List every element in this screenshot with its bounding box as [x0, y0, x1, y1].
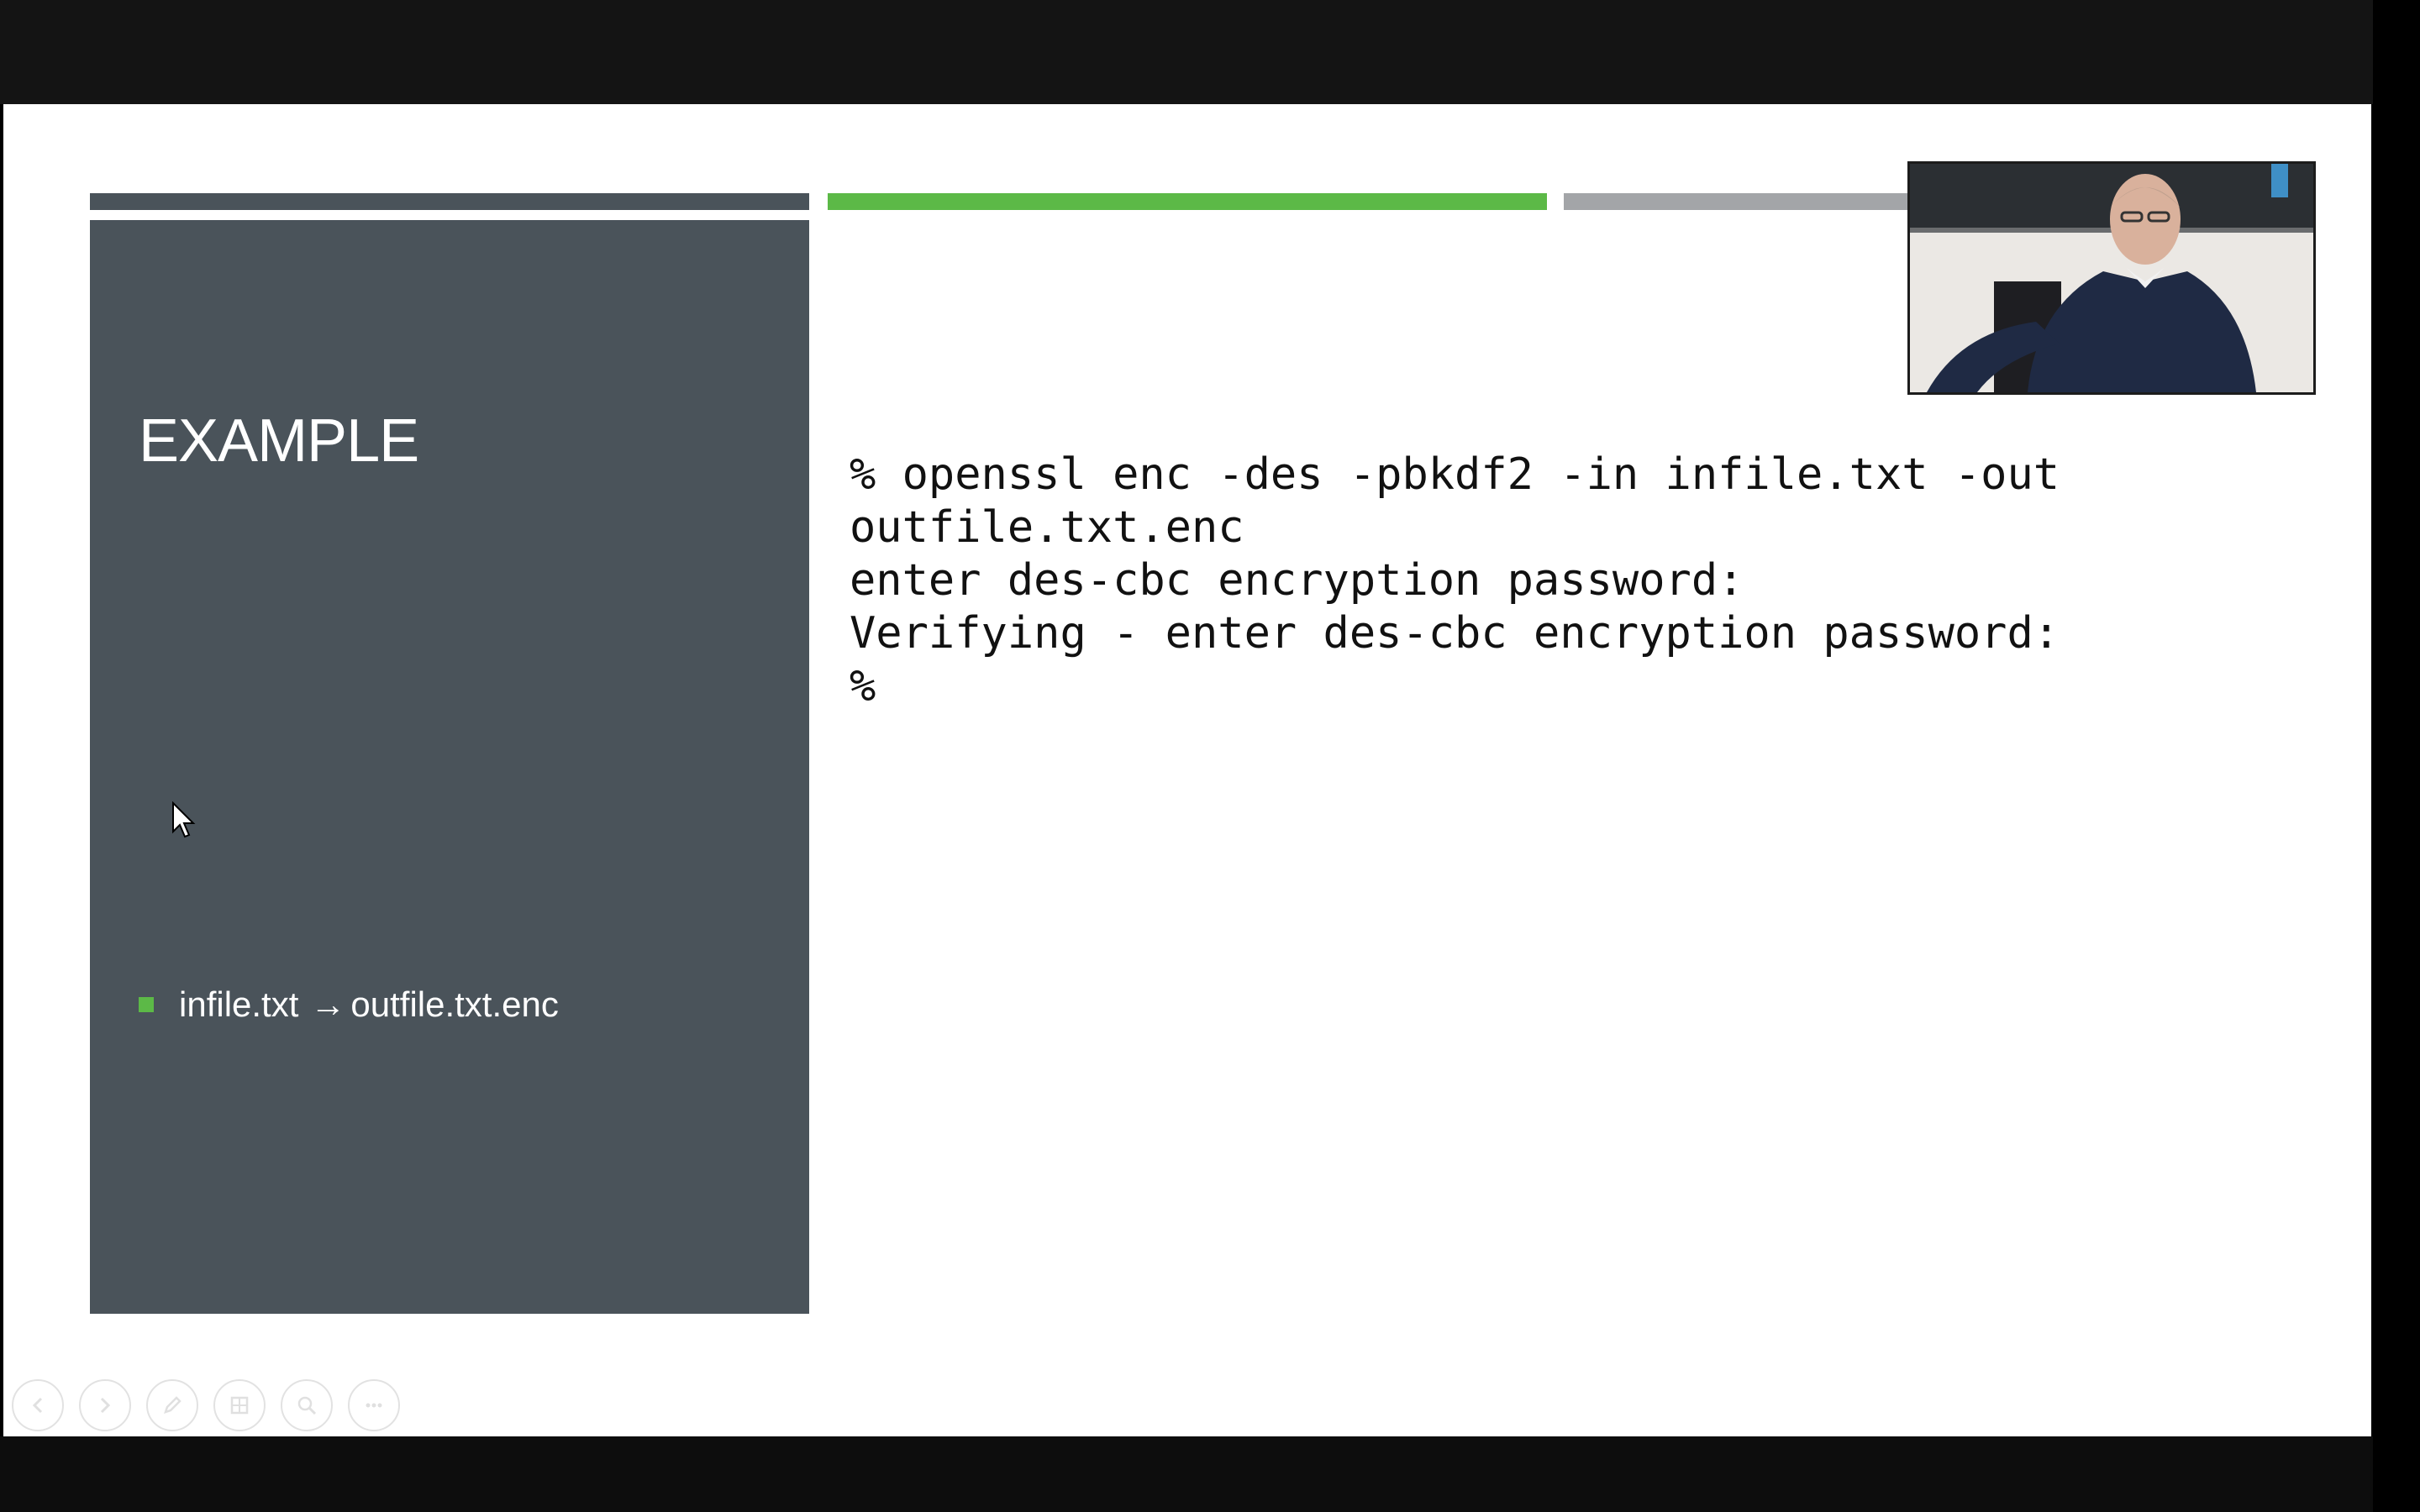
header-stripe-green: [828, 193, 1547, 210]
mouse-pointer-icon: [172, 801, 196, 838]
slide-title: EXAMPLE: [139, 407, 419, 475]
title-panel: EXAMPLE infile.txt → outfile.txt.enc: [90, 220, 809, 1314]
header-stripe-dark: [90, 193, 809, 210]
right-edge: [2373, 0, 2420, 1512]
bullet-marker-icon: [139, 997, 154, 1012]
see-all-slides-button[interactable]: [213, 1379, 266, 1431]
pen-tool-button[interactable]: [146, 1379, 198, 1431]
ellipsis-icon: [366, 1403, 382, 1408]
code-line: %: [850, 661, 876, 711]
pen-icon: [164, 1396, 182, 1414]
previous-slide-button[interactable]: [12, 1379, 64, 1431]
bullet-input-file: infile.txt: [179, 984, 299, 1024]
more-options-button[interactable]: [348, 1379, 400, 1431]
presenter-webcam-video: [1907, 161, 2316, 395]
screen: EXAMPLE infile.txt → outfile.txt.enc % o…: [0, 0, 2420, 1512]
slides-grid-icon: [230, 1396, 249, 1415]
magnifier-icon: [297, 1396, 317, 1415]
code-line: % openssl enc -des -pbkdf2 -in infile.tx…: [850, 449, 2060, 500]
code-line: enter des-cbc encryption password:: [850, 555, 1744, 606]
top-bar: [0, 0, 2373, 104]
presentation-slide: EXAMPLE infile.txt → outfile.txt.enc % o…: [3, 104, 2371, 1436]
bullet-output-file: outfile.txt.enc: [350, 984, 559, 1024]
bullet-item: infile.txt → outfile.txt.enc: [139, 984, 559, 1025]
slideshow-toolbar: [12, 1379, 400, 1431]
code-line: outfile.txt.enc: [850, 502, 1244, 553]
bottom-bar: [0, 1436, 2373, 1512]
arrow-left-icon: [32, 1397, 43, 1414]
code-line: Verifying - enter des-cbc encryption pas…: [850, 608, 2060, 659]
right-arrow-icon: →: [310, 984, 346, 1024]
arrow-right-icon: [100, 1397, 111, 1414]
zoom-button[interactable]: [281, 1379, 333, 1431]
next-slide-button[interactable]: [79, 1379, 131, 1431]
terminal-code-block: % openssl enc -des -pbkdf2 -in infile.tx…: [850, 449, 2060, 713]
presenter-video-frame: [1910, 164, 2313, 392]
